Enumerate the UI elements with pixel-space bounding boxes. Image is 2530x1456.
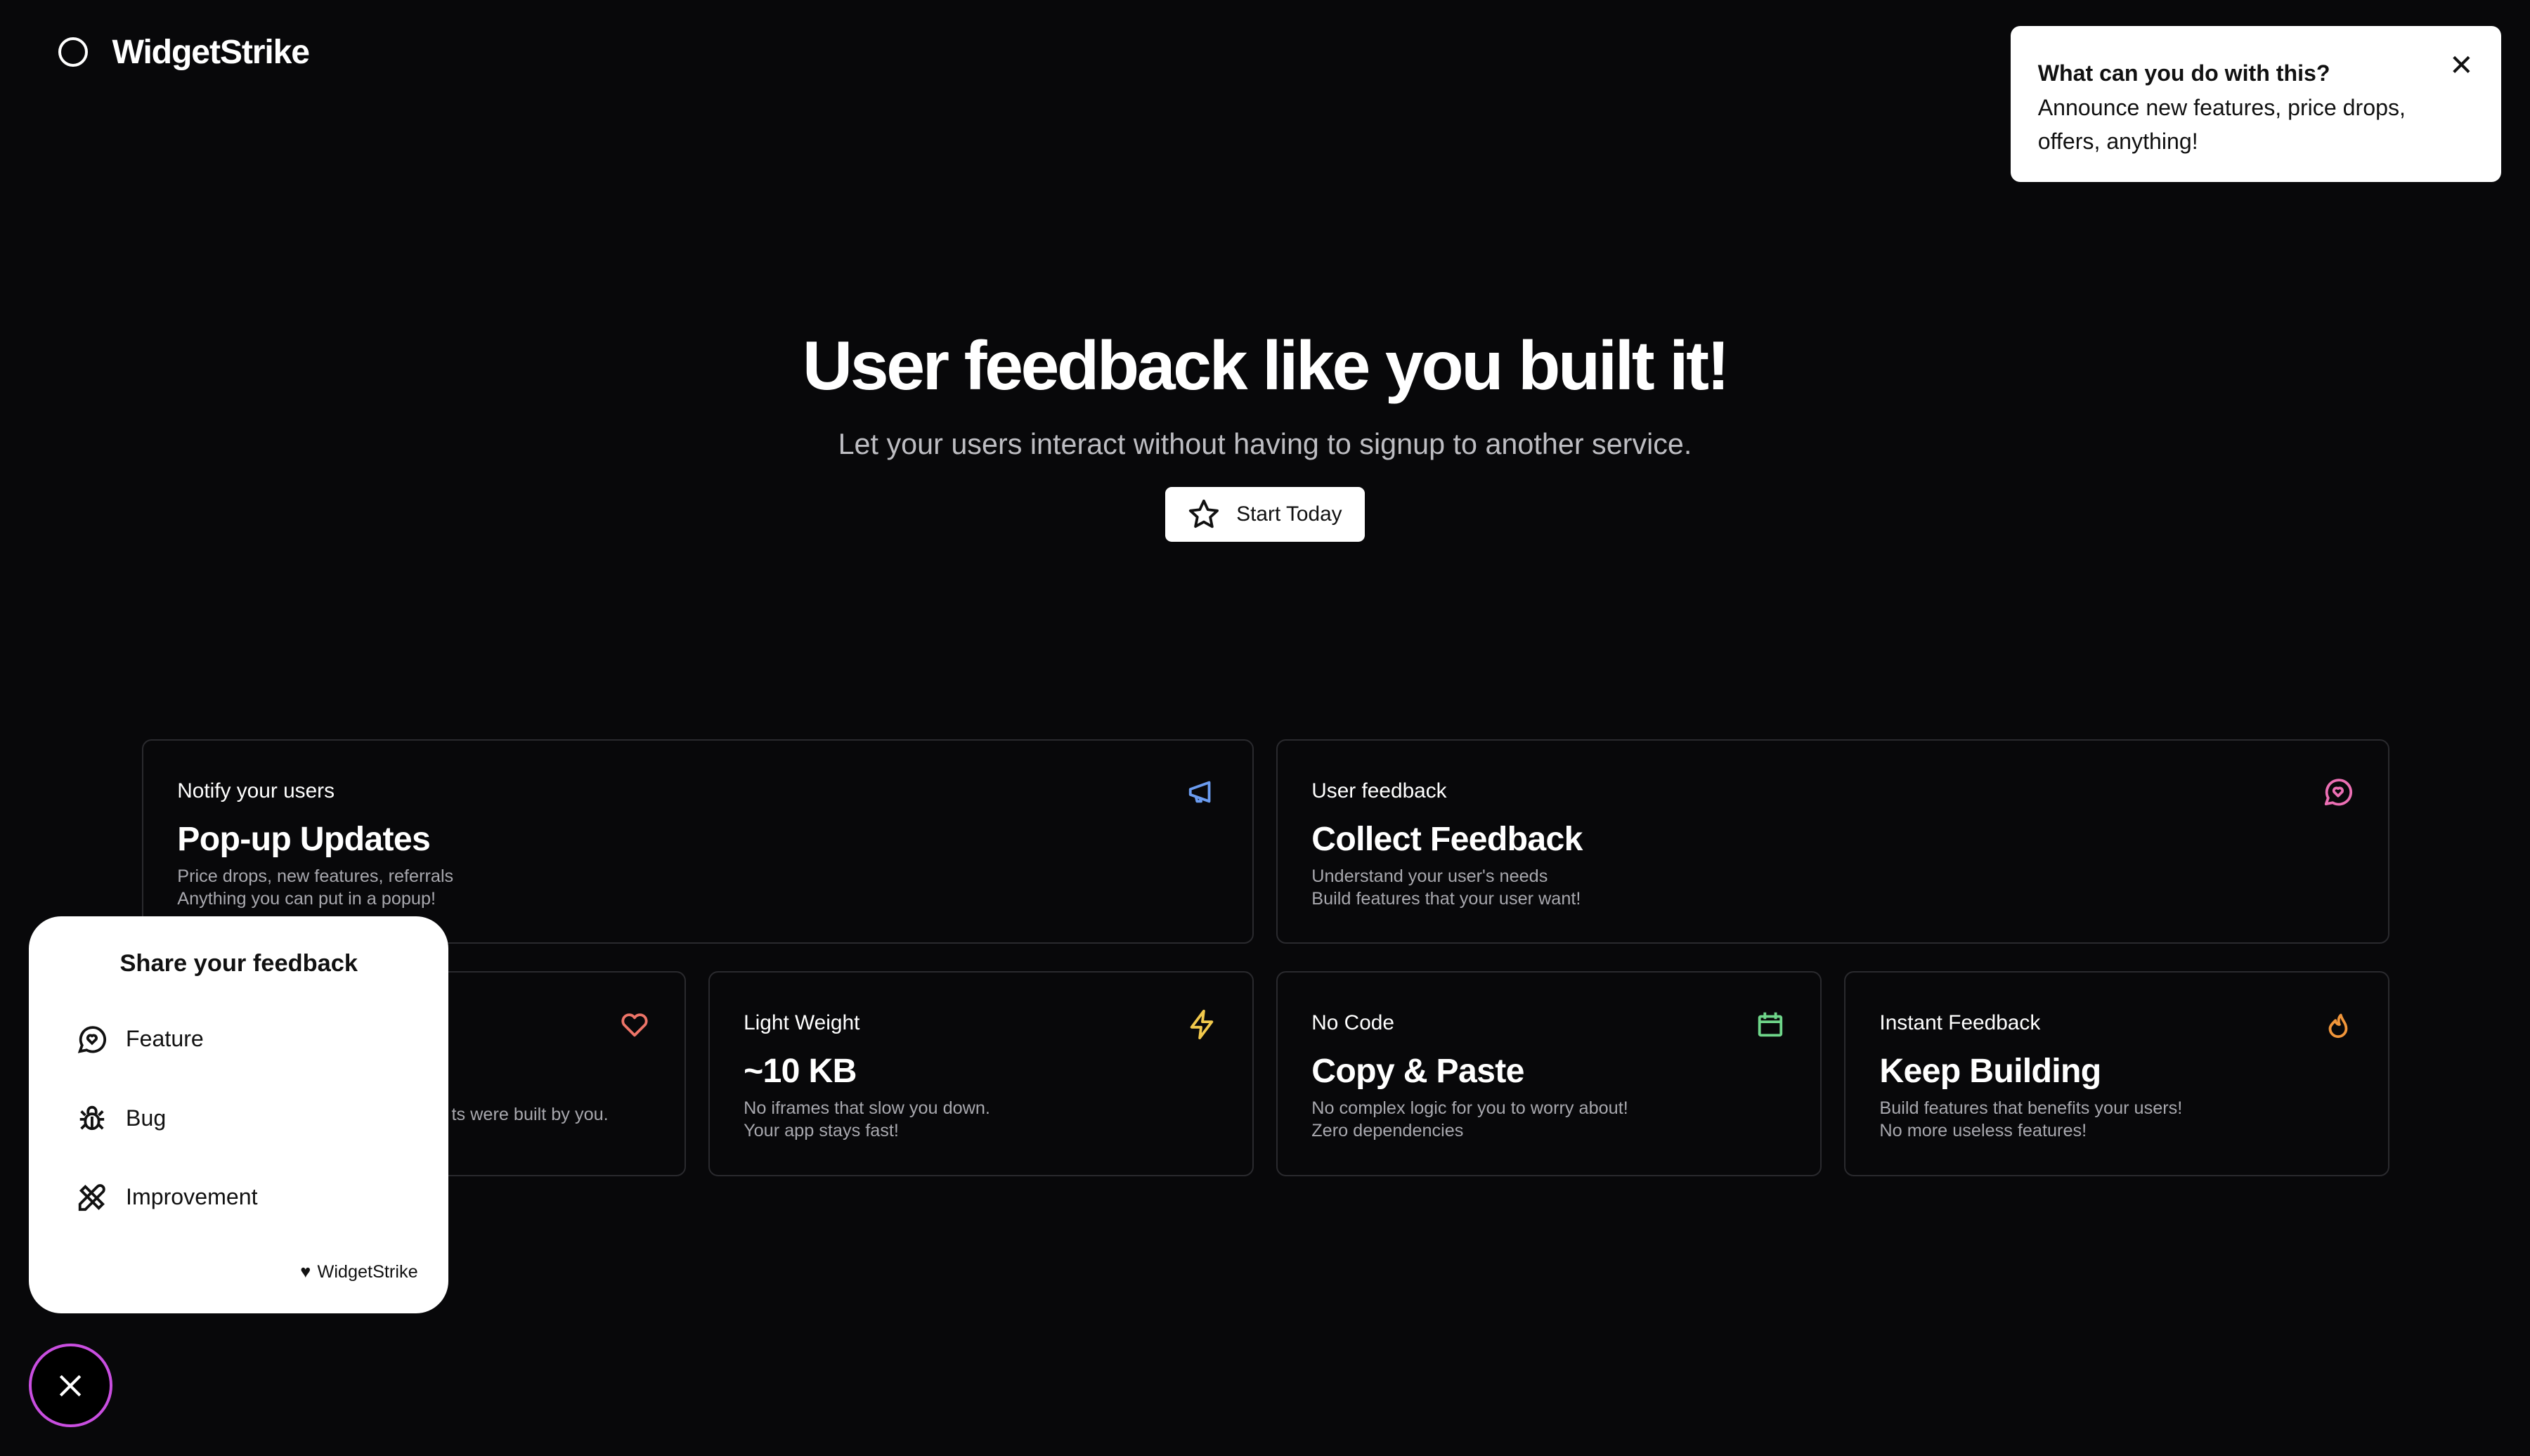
- card-tag: Light Weight: [744, 1011, 860, 1035]
- heart-icon: ♥: [300, 1262, 311, 1282]
- card-line: No complex logic for you to worry about!: [1311, 1098, 1628, 1119]
- logo-circle-icon: [58, 37, 89, 67]
- feature-card: Notify your users Pop-up Updates Price d…: [142, 739, 1254, 944]
- card-line: Build features that benefits your users!: [1879, 1098, 2183, 1119]
- toast-title: What can you do with this?: [2037, 60, 2330, 86]
- close-icon[interactable]: ✕: [2449, 48, 2474, 82]
- bug-option[interactable]: Bug: [76, 1102, 166, 1134]
- heart-icon: [621, 1013, 648, 1036]
- card-line: Understand your user's needs: [1311, 866, 1548, 886]
- card-line: ts were built by you.: [451, 1105, 609, 1125]
- card-line: Price drops, new features, referrals: [177, 866, 454, 886]
- card-title: Pop-up Updates: [177, 819, 431, 858]
- powered-by[interactable]: ♥ WidgetStrike: [300, 1262, 417, 1282]
- card-tag: Instant Feedback: [1879, 1011, 2041, 1035]
- feature-label: Feature: [126, 1026, 204, 1052]
- close-widget-button[interactable]: [29, 1344, 112, 1427]
- bolt-icon: [1190, 1009, 1214, 1039]
- powered-by-label: WidgetStrike: [317, 1262, 418, 1282]
- card-description: Build features that benefits your users!…: [1879, 1097, 2354, 1142]
- feature-card: User feedback Collect Feedback Understan…: [1276, 739, 2390, 944]
- card-title: Collect Feedback: [1311, 819, 1583, 858]
- bug-label: Bug: [126, 1105, 167, 1131]
- card-line: No more useless features!: [1879, 1121, 2087, 1141]
- card-description: No complex logic for you to worry about!…: [1311, 1097, 1786, 1142]
- improvement-label: Improvement: [126, 1184, 258, 1210]
- feature-card: No Code Copy & Paste No complex logic fo…: [1276, 971, 1822, 1176]
- feature-card: Instant Feedback Keep Building Build fea…: [1844, 971, 2390, 1176]
- hero: User feedback like you built it! Let you…: [0, 326, 2530, 542]
- close-icon: [60, 1374, 82, 1396]
- bug-icon: [79, 1105, 105, 1131]
- flame-icon: [2328, 1013, 2348, 1038]
- toast-body: Announce new features, price drops, offe…: [2037, 94, 2406, 154]
- card-line: Build features that your user want!: [1311, 888, 1581, 909]
- megaphone-icon: [1188, 781, 1211, 803]
- feedback-widget: Share your feedback Feature Bug Improvem…: [29, 916, 449, 1313]
- card-description: Price drops, new features, referrals Anyt…: [177, 865, 1218, 910]
- tools-icon: [78, 1183, 105, 1211]
- card-description: Understand your user's needs Build featur…: [1311, 865, 2354, 910]
- page: WidgetStrike What can you do with this? …: [0, 0, 2530, 1455]
- logo[interactable]: WidgetStrike: [58, 32, 311, 72]
- card-line: Your app stays fast!: [744, 1121, 899, 1141]
- card-line: No iframes that slow you down.: [744, 1098, 990, 1119]
- card-line: Zero dependencies: [1311, 1121, 1464, 1141]
- card-title: Copy & Paste: [1311, 1052, 1524, 1091]
- card-tag: User feedback: [1311, 779, 1447, 802]
- hero-subtitle: Let your users interact without having t…: [838, 427, 1692, 460]
- widget-title: Share your feedback: [119, 950, 358, 977]
- improvement-option[interactable]: Improvement: [76, 1181, 258, 1214]
- hero-title: User feedback like you built it!: [802, 326, 1730, 404]
- card-line: Anything you can put in a popup!: [177, 888, 436, 909]
- message-heart-icon: [77, 1025, 106, 1053]
- card-tag: Notify your users: [177, 779, 335, 802]
- start-today-button[interactable]: Start Today: [1165, 486, 1365, 542]
- announcement-toast: What can you do with this? Announce new …: [2010, 25, 2501, 183]
- card-title: ~10 KB: [744, 1052, 857, 1091]
- star-icon: [1189, 499, 1219, 528]
- cta-label: Start Today: [1236, 502, 1342, 526]
- feature-option[interactable]: Feature: [76, 1023, 204, 1055]
- message-heart-icon: [2324, 779, 2353, 806]
- feature-card: Light Weight ~10 KB No iframes that slow…: [708, 971, 1254, 1176]
- brand-name: WidgetStrike: [112, 32, 311, 71]
- card-description: No iframes that slow you down. Your app s…: [744, 1097, 1219, 1142]
- card-title: Keep Building: [1879, 1052, 2101, 1091]
- calendar-icon: [1758, 1012, 1783, 1036]
- card-tag: No Code: [1311, 1011, 1394, 1035]
